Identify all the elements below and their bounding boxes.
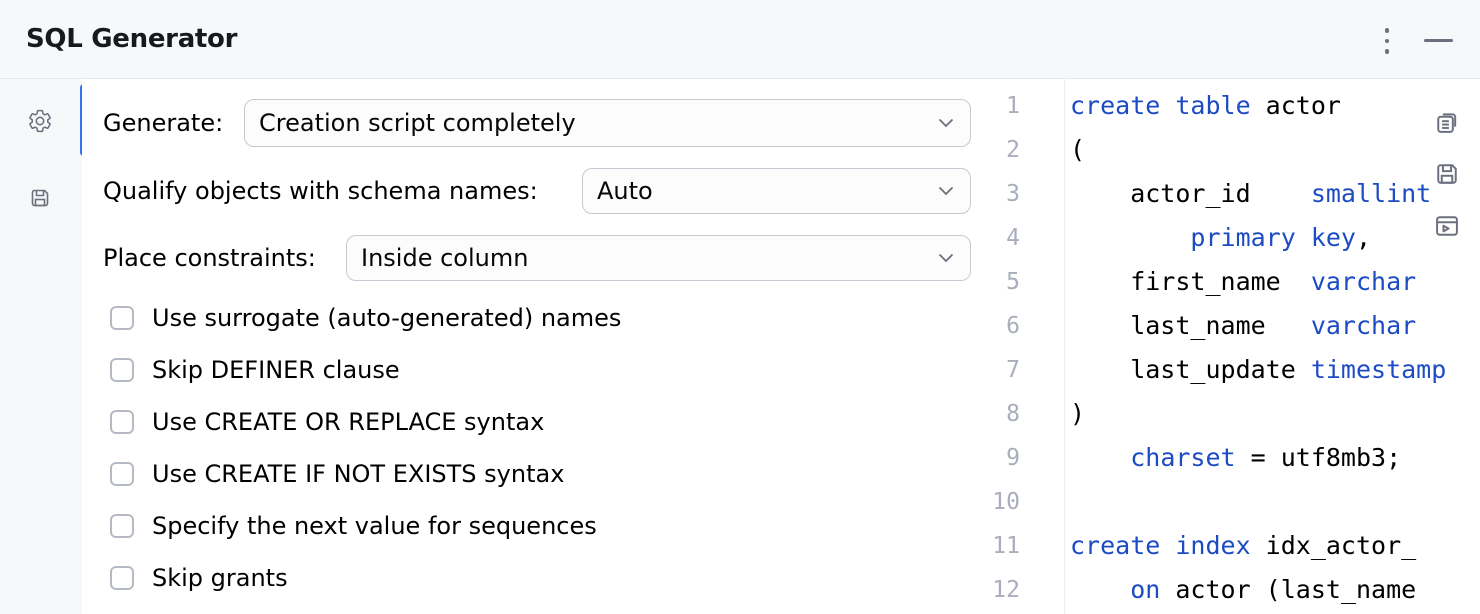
code-line[interactable]: first_name varchar (1070, 260, 1480, 304)
sql-text: ) (1070, 399, 1085, 428)
sql-text: idx_actor_ (1251, 531, 1417, 560)
qualify-label: Qualify objects with schema names: (103, 168, 538, 214)
sql-text: last_update (1070, 355, 1311, 384)
kebab-dot (1385, 39, 1390, 44)
line-number: 11 (985, 524, 1064, 568)
generate-label: Generate: (103, 99, 223, 147)
line-number: 3 (985, 172, 1064, 216)
open-in-console-icon[interactable] (1433, 212, 1461, 240)
checkbox-unchecked[interactable] (110, 410, 134, 434)
constraints-label: Place constraints: (103, 235, 316, 281)
sql-preview-editor[interactable]: 123456789101112 create table actor( acto… (985, 79, 1480, 614)
checkbox-unchecked[interactable] (110, 306, 134, 330)
checkbox-label: Use surrogate (auto-generated) names (152, 304, 621, 332)
code-line[interactable]: on actor (last_name (1070, 568, 1480, 612)
checkbox-row[interactable]: Skip grants (110, 552, 621, 604)
sql-keyword: smallint (1311, 179, 1431, 208)
checkbox-unchecked[interactable] (110, 566, 134, 590)
more-menu-icon[interactable] (1374, 24, 1400, 58)
constraints-dropdown[interactable]: Inside column (346, 235, 971, 281)
sql-text: actor (1251, 91, 1341, 120)
line-number-gutter: 123456789101112 (985, 79, 1065, 614)
chevron-down-icon (938, 187, 954, 196)
line-number: 5 (985, 260, 1064, 304)
titlebar: SQL Generator (0, 0, 1480, 79)
checkbox-row[interactable]: Use surrogate (auto-generated) names (110, 292, 621, 344)
checkbox-unchecked[interactable] (110, 462, 134, 486)
code-line[interactable]: last_name varchar (1070, 304, 1480, 348)
sql-keyword: primary key (1190, 223, 1356, 252)
sql-text (1070, 443, 1130, 472)
kebab-dot (1385, 49, 1390, 54)
checkbox-row[interactable]: Specify the next value for sequences (110, 500, 621, 552)
line-number: 2 (985, 128, 1064, 172)
constraints-dropdown-value: Inside column (361, 244, 528, 272)
sql-text: first_name (1070, 267, 1311, 296)
sql-text (1070, 223, 1190, 252)
sql-keyword: varchar (1311, 267, 1416, 296)
line-number: 8 (985, 392, 1064, 436)
chevron-down-icon (938, 119, 954, 128)
sql-text: = utf8mb3; (1236, 443, 1402, 472)
sql-keyword: timestamp (1311, 355, 1446, 384)
line-number: 9 (985, 436, 1064, 480)
dialog-title: SQL Generator (0, 24, 237, 54)
checkbox-list: Use surrogate (auto-generated) names Skip… (110, 292, 621, 604)
sql-code[interactable]: create table actor ( actor_id smallint pr… (1070, 79, 1480, 614)
sql-keyword: create index (1070, 531, 1251, 560)
kebab-dot (1385, 28, 1390, 33)
options-form: Generate: Creation script completely Qua… (82, 79, 985, 614)
checkbox-label: Specify the next value for sequences (152, 512, 597, 540)
checkbox-label: Skip grants (152, 564, 288, 592)
code-line[interactable]: create table actor (1070, 84, 1480, 128)
sql-keyword: varchar (1311, 311, 1416, 340)
line-number: 10 (985, 480, 1064, 524)
minimize-icon[interactable] (1418, 26, 1458, 54)
sql-text: ( (1070, 135, 1085, 164)
checkbox-row[interactable]: Use CREATE IF NOT EXISTS syntax (110, 448, 621, 500)
sql-text: actor_id (1070, 179, 1311, 208)
sql-keyword: on (1130, 575, 1160, 604)
code-line[interactable]: ) (1070, 392, 1480, 436)
sql-text (1070, 575, 1130, 604)
checkbox-label: Use CREATE IF NOT EXISTS syntax (152, 460, 564, 488)
generate-dropdown[interactable]: Creation script completely (244, 99, 971, 147)
chevron-down-icon (938, 254, 954, 263)
line-number: 12 (985, 568, 1064, 612)
copy-icon[interactable] (1433, 108, 1461, 136)
checkbox-unchecked[interactable] (110, 358, 134, 382)
code-line[interactable]: create index idx_actor_ (1070, 524, 1480, 568)
line-number: 1 (985, 84, 1064, 128)
line-number: 7 (985, 348, 1064, 392)
checkbox-label: Use CREATE OR REPLACE syntax (152, 408, 544, 436)
checkbox-row[interactable]: Skip DEFINER clause (110, 344, 621, 396)
sql-keyword: charset (1130, 443, 1235, 472)
code-line[interactable]: charset = utf8mb3; (1070, 436, 1480, 480)
save-icon[interactable] (1433, 160, 1461, 188)
code-line[interactable]: ( (1070, 128, 1480, 172)
settings-icon[interactable] (27, 108, 53, 134)
sql-text: last_name (1070, 311, 1311, 340)
sql-generator-dialog: SQL Generator Generate: Creation (0, 0, 1480, 614)
left-toolbar (0, 79, 82, 614)
checkbox-row[interactable]: Use CREATE OR REPLACE syntax (110, 396, 621, 448)
minimize-bar (1424, 39, 1453, 42)
sql-keyword: create table (1070, 91, 1251, 120)
sql-text: , (1356, 223, 1371, 252)
checkbox-label: Skip DEFINER clause (152, 356, 400, 384)
save-icon[interactable] (28, 186, 52, 210)
qualify-dropdown[interactable]: Auto (582, 168, 971, 214)
editor-toolbar (1433, 108, 1461, 240)
code-line[interactable]: actor_id smallint (1070, 172, 1480, 216)
line-number: 6 (985, 304, 1064, 348)
generate-dropdown-value: Creation script completely (259, 109, 576, 137)
line-number: 4 (985, 216, 1064, 260)
checkbox-unchecked[interactable] (110, 514, 134, 538)
code-line[interactable] (1070, 480, 1480, 524)
sql-text: actor (last_name (1160, 575, 1416, 604)
code-line[interactable]: primary key, (1070, 216, 1480, 260)
qualify-dropdown-value: Auto (597, 177, 653, 205)
code-line[interactable]: last_update timestamp (1070, 348, 1480, 392)
